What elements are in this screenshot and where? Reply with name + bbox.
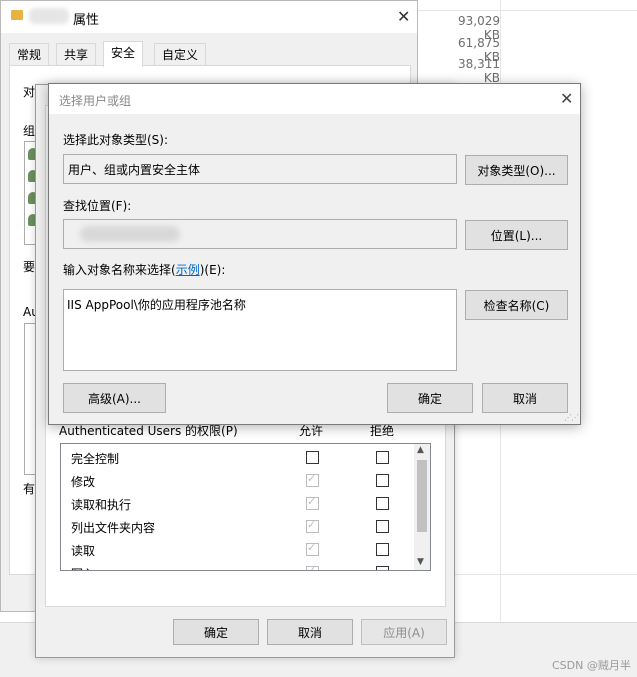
permission-row: 列出文件夹内容 ✓ xyxy=(61,515,416,538)
redacted-location xyxy=(80,226,180,242)
object-names-input[interactable] xyxy=(63,289,457,371)
resize-grip-icon[interactable]: ⋰⋰ xyxy=(564,413,579,422)
permission-name: 修改 xyxy=(71,475,96,489)
allow-checkbox[interactable]: ✓ xyxy=(306,518,319,533)
permission-name: 读取和执行 xyxy=(71,498,132,512)
examples-link[interactable]: 示例 xyxy=(176,263,200,277)
locations-button[interactable]: 位置(L)... xyxy=(465,220,568,250)
select-users-dialog: 选择用户或组 ✕ 选择此对象类型(S): 用户、组或内置安全主体 对象类型(O)… xyxy=(48,83,581,425)
object-name-label-prefix: 输入对象名称来选择( xyxy=(63,263,176,277)
check-icon: ✓ xyxy=(307,541,317,554)
properties-title: 属性 xyxy=(73,13,100,28)
object-name-label-suffix: )(E): xyxy=(199,263,226,277)
object-type-field: 用户、组或内置安全主体 xyxy=(63,154,457,184)
advanced-button[interactable]: 高级(A)... xyxy=(63,383,166,413)
deny-checkbox[interactable] xyxy=(376,520,389,533)
location-label: 查找位置(F): xyxy=(63,199,132,213)
object-name-label: 输入对象名称来选择(示例)(E): xyxy=(63,261,225,278)
scrollbar-thumb[interactable] xyxy=(417,460,427,532)
close-icon[interactable]: ✕ xyxy=(560,89,573,108)
properties-titlebar: 属性 ✕ xyxy=(1,1,417,33)
check-icon: ✓ xyxy=(307,495,317,508)
redacted-folder-name xyxy=(29,8,69,24)
object-type-value: 用户、组或内置安全主体 xyxy=(68,163,201,177)
scroll-down-icon[interactable]: ▼ xyxy=(417,557,424,567)
tab-security[interactable]: 安全 xyxy=(103,41,144,67)
group-label: 组 xyxy=(23,124,36,138)
folder-icon xyxy=(11,10,23,20)
deny-checkbox[interactable] xyxy=(376,474,389,487)
allow-checkbox[interactable]: ✓ xyxy=(306,564,319,571)
deny-checkbox[interactable] xyxy=(376,497,389,510)
cancel-button[interactable]: 取消 xyxy=(482,383,568,413)
deny-checkbox[interactable] xyxy=(376,566,389,570)
ok-button[interactable]: 确定 xyxy=(387,383,473,413)
check-icon: ✓ xyxy=(307,518,317,531)
check-icon: ✓ xyxy=(307,564,317,571)
permission-name: 读取 xyxy=(71,544,96,558)
check-names-button[interactable]: 检查名称(C) xyxy=(465,290,568,320)
row-divider xyxy=(418,10,637,11)
cancel-button[interactable]: 取消 xyxy=(267,619,353,645)
allow-checkbox[interactable]: ✓ xyxy=(306,472,319,487)
permission-name: 完全控制 xyxy=(71,452,120,466)
permission-row: 修改 ✓ xyxy=(61,469,416,492)
permission-name: 列出文件夹内容 xyxy=(71,521,156,535)
allow-checkbox[interactable] xyxy=(306,451,319,464)
dialog-titlebar: 选择用户或组 ✕ xyxy=(49,84,580,114)
edit-hint-label: 要 xyxy=(23,260,36,274)
tab-sharing[interactable]: 共享 xyxy=(56,43,97,66)
close-icon[interactable]: ✕ xyxy=(397,7,410,26)
permissions-list[interactable]: 完全控制 修改 ✓ 读取和执行 ✓ 列出文件夹内容 ✓ 读取 ✓ 写入 ✓ xyxy=(60,443,431,571)
apply-button[interactable]: 应用(A) xyxy=(361,619,447,645)
permission-row: 读取和执行 ✓ xyxy=(61,492,416,515)
watermark: CSDN @贼月半 xyxy=(552,659,631,672)
tab-custom[interactable]: 自定义 xyxy=(154,43,207,66)
dialog-title: 选择用户或组 xyxy=(59,94,132,108)
file-size: 38,311 KB xyxy=(458,57,500,85)
permission-name: 写入 xyxy=(71,565,95,570)
ok-button[interactable]: 确定 xyxy=(173,619,259,645)
location-field xyxy=(63,219,457,249)
scroll-up-icon[interactable]: ▲ xyxy=(417,445,424,455)
permission-row: 完全控制 xyxy=(61,446,416,469)
check-icon: ✓ xyxy=(307,472,317,485)
tab-general[interactable]: 常规 xyxy=(9,43,50,66)
vertical-scrollbar[interactable]: ▲ ▼ xyxy=(414,444,430,570)
allow-checkbox[interactable]: ✓ xyxy=(306,541,319,556)
object-type-label: 选择此对象类型(S): xyxy=(63,133,169,147)
deny-checkbox[interactable] xyxy=(376,451,389,464)
object-name-label: 对 xyxy=(23,85,36,99)
deny-checkbox[interactable] xyxy=(376,543,389,556)
advanced-hint-label: 有 xyxy=(23,482,36,496)
allow-checkbox[interactable]: ✓ xyxy=(306,495,319,510)
permission-row: 读取 ✓ xyxy=(61,538,416,561)
permission-row: 写入 ✓ xyxy=(61,561,416,571)
object-types-button[interactable]: 对象类型(O)... xyxy=(465,155,568,185)
